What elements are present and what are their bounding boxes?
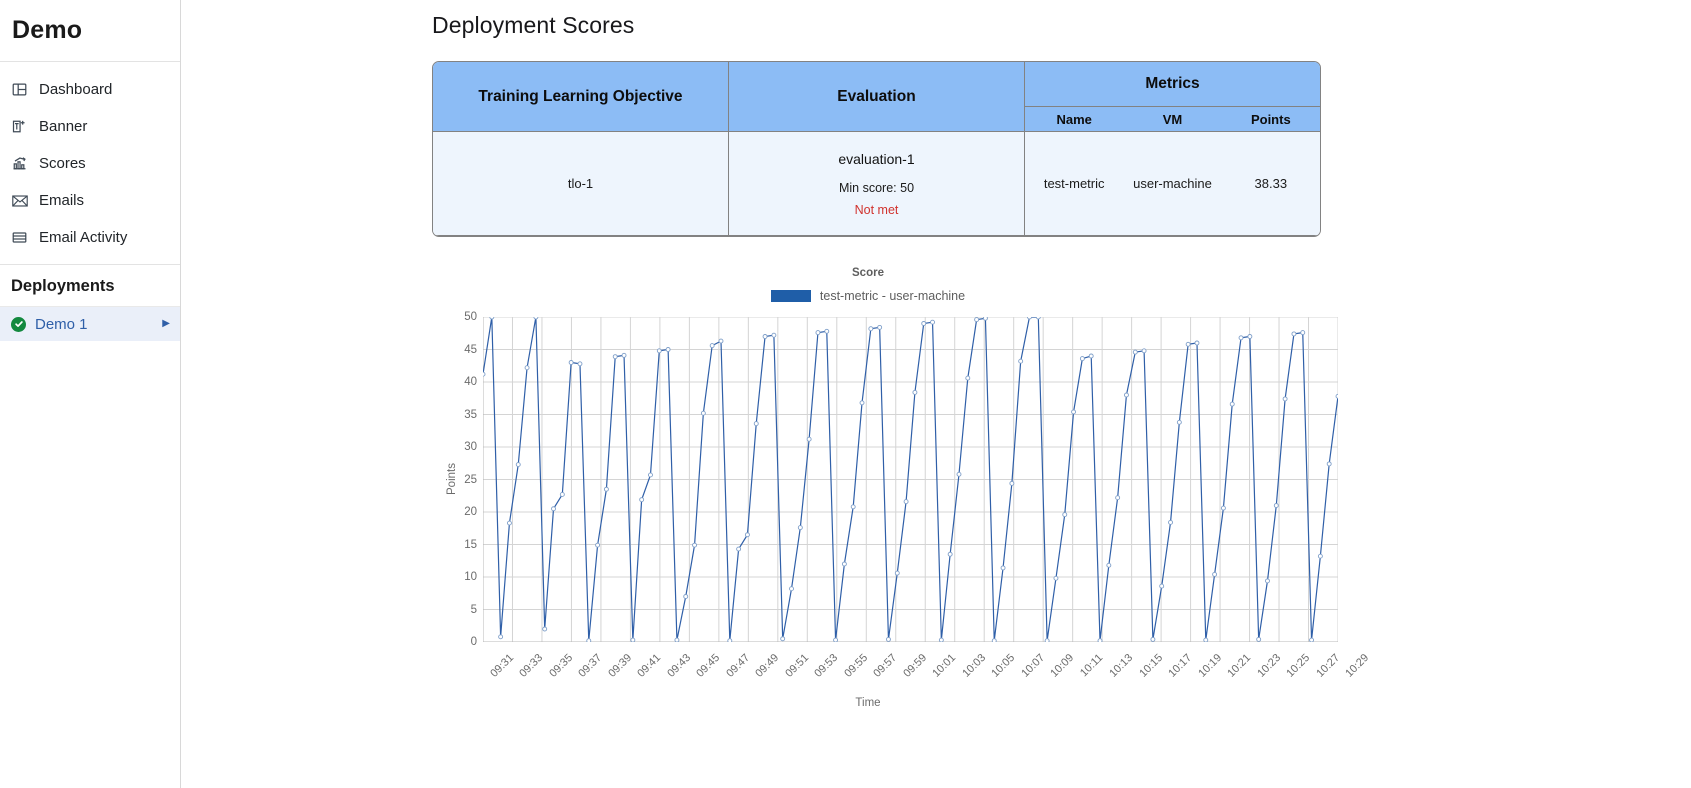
x-tick-label: 10:27 (1313, 651, 1342, 680)
x-tick-label: 09:43 (665, 651, 694, 680)
sidebar-item-scores[interactable]: Scores (0, 145, 180, 182)
sidebar-item-label: Banner (39, 118, 88, 135)
chart-legend[interactable]: test-metric - user-machine (428, 289, 1428, 303)
score-chart: Score test-metric - user-machine Points … (428, 267, 1428, 709)
chart-title: Score (852, 267, 884, 279)
sidebar-item-label: Emails (39, 192, 85, 209)
envelope-icon (11, 192, 28, 209)
deployment-label: Demo 1 (35, 315, 88, 333)
table-body: tlo-1 evaluation-1 Min score: 50 Not met… (433, 132, 1320, 236)
x-tick-label: 10:01 (930, 651, 959, 680)
y-tick-label: 15 (464, 538, 477, 551)
y-tick-label: 0 (470, 636, 477, 648)
app-root: Demo Dashboard Banner Scores Emails Emai… (0, 0, 1691, 788)
sidebar-item-emails[interactable]: Emails (0, 182, 180, 219)
evaluation-name: evaluation-1 (838, 150, 915, 167)
banner-icon (11, 118, 28, 135)
y-axis-title: Points (445, 463, 458, 495)
x-tick-label: 10:23 (1254, 651, 1283, 680)
x-tick-label: 10:25 (1284, 651, 1313, 680)
sidebar-item-banner[interactable]: Banner (0, 108, 180, 145)
x-tick-label: 10:21 (1225, 651, 1254, 680)
x-tick-label: 09:39 (606, 651, 635, 680)
page-title: Deployment Scores (432, 12, 635, 38)
x-tick-label: 10:11 (1077, 651, 1106, 680)
main-content: Deployment Scores Training Learning Obje… (181, 0, 1691, 788)
dashboard-icon (11, 81, 28, 98)
y-tick-label: 20 (464, 506, 477, 518)
x-tick-label: 09:57 (871, 651, 900, 680)
table-head: Training Learning Objective Evaluation M… (433, 62, 1320, 132)
cell-metric-name: test-metric (1025, 132, 1124, 236)
list-icon (11, 229, 28, 246)
x-tick-label: 09:37 (576, 651, 605, 680)
x-tick-label: 09:31 (488, 651, 517, 680)
status-badge: Not met (854, 202, 899, 217)
header-tlo: Training Learning Objective (433, 62, 729, 132)
cell-metric-vm: user-machine (1123, 132, 1222, 236)
x-tick-label: 09:59 (900, 651, 929, 680)
x-tick-label: 10:05 (989, 651, 1018, 680)
check-circle-icon (11, 316, 26, 332)
x-tick-label: 10:17 (1166, 651, 1195, 680)
legend-label: test-metric - user-machine (819, 289, 966, 303)
x-tick-label: 10:03 (959, 651, 988, 680)
y-tick-label: 30 (464, 441, 477, 453)
sidebar-item-label: Dashboard (39, 81, 113, 98)
x-tick-label: 10:29 (1343, 651, 1372, 680)
x-tick-label: 10:15 (1136, 651, 1165, 680)
brand-title: Demo (0, 0, 180, 62)
plot-area: Points 0 5 10 15 20 25 30 35 40 45 50 09:31 09:33 09… (428, 309, 1428, 680)
sidebar-item-demo-1[interactable]: Demo 1 ▶ (0, 307, 180, 341)
scores-icon (11, 155, 28, 172)
x-tick-label: 09:35 (547, 651, 576, 680)
cell-evaluation: evaluation-1 Min score: 50 Not met (729, 132, 1025, 236)
deployment-scores-table: Training Learning Objective Evaluation M… (432, 61, 1321, 237)
header-metric-vm: VM (1123, 106, 1222, 132)
x-tick-label: 09:55 (842, 651, 870, 680)
header-metrics: Metrics (1025, 62, 1320, 106)
x-tick-label: 10:19 (1195, 651, 1224, 680)
x-tick-label: 09:33 (517, 651, 546, 680)
sidebar-item-label: Scores (39, 155, 86, 172)
x-tick-label: 09:53 (812, 651, 841, 680)
y-tick-label: 25 (464, 473, 477, 486)
sidebar-item-dashboard[interactable]: Dashboard (0, 71, 180, 108)
x-tick-label: 09:51 (783, 651, 812, 680)
y-tick-label: 35 (464, 408, 477, 421)
x-tick-label: 10:09 (1048, 651, 1077, 680)
chevron-right-icon[interactable]: ▶ (162, 319, 170, 329)
header-metric-name: Name (1025, 106, 1124, 132)
y-tick-label: 5 (470, 603, 477, 616)
y-tick-label: 50 (464, 311, 477, 323)
x-tick-label: 09:49 (753, 651, 782, 680)
table-row: tlo-1 evaluation-1 Min score: 50 Not met… (433, 132, 1320, 236)
legend-swatch (770, 290, 811, 302)
sidebar-section-deployments: Deployments (0, 265, 180, 307)
evaluation-min-score: Min score: 50 (838, 180, 915, 195)
y-tick-label: 45 (464, 343, 477, 356)
x-tick-label: 09:47 (724, 651, 753, 680)
x-axis-ticks: 09:31 09:33 09:35 09:37 09:39 09:41 09:43 09:45… (483, 642, 1371, 702)
x-tick-label: 10:07 (1018, 651, 1047, 680)
x-tick-label: 09:45 (694, 651, 723, 680)
sidebar-item-email-activity[interactable]: Email Activity (0, 219, 180, 256)
table-header-row-main: Training Learning Objective Evaluation M… (433, 62, 1320, 132)
sidebar: Demo Dashboard Banner Scores Emails Emai… (0, 0, 181, 788)
y-tick-label: 10 (464, 571, 477, 583)
header-evaluation: Evaluation (729, 62, 1025, 132)
cell-metric-points: 38.33 (1221, 132, 1320, 236)
header-metric-points: Points (1221, 106, 1320, 132)
sidebar-item-label: Email Activity (39, 229, 128, 246)
y-tick-label: 40 (464, 376, 477, 388)
x-tick-label: 10:13 (1107, 651, 1136, 680)
cell-tlo: tlo-1 (433, 132, 729, 236)
x-tick-label: 09:41 (635, 651, 664, 680)
chart-canvas (483, 317, 1338, 642)
plot-inner: 0 5 10 15 20 25 30 35 40 45 50 09:31 09:33 09:35 09:3… (464, 311, 1371, 680)
sidebar-nav: Dashboard Banner Scores Emails Email Act… (0, 62, 180, 265)
